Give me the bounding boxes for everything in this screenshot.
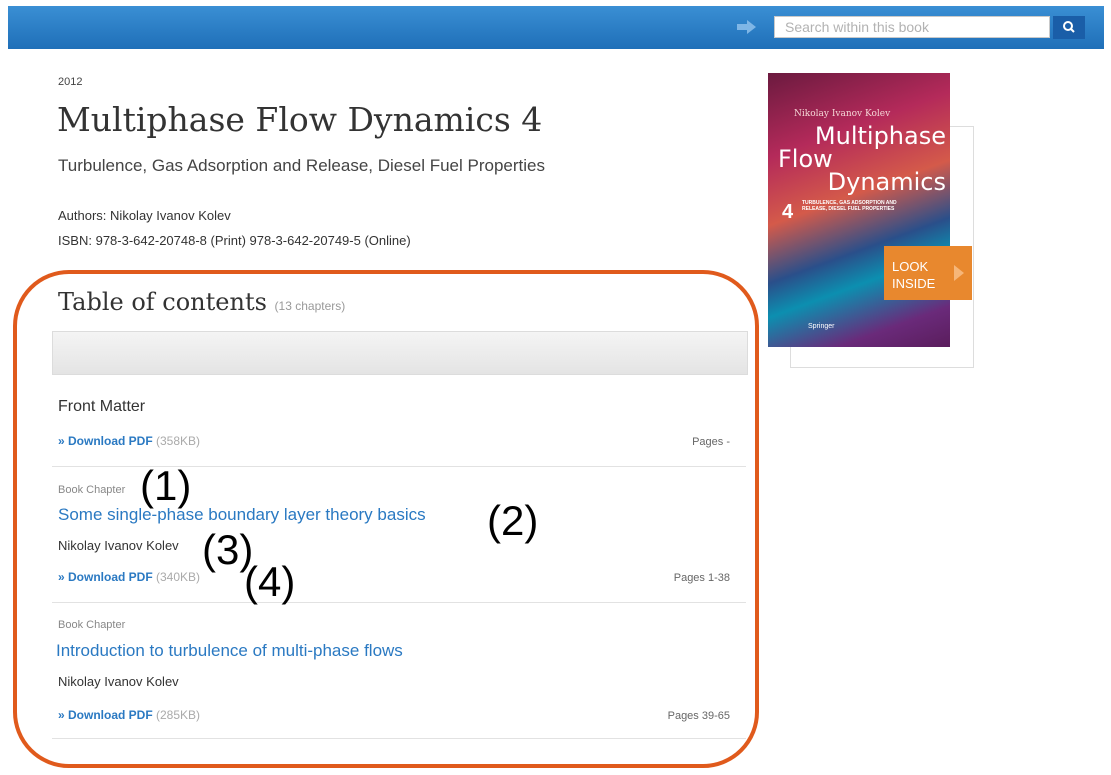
authors-label: Authors: — [58, 208, 107, 223]
top-navigation-bar — [8, 6, 1104, 49]
toc-item-download: » Download PDF (340KB) — [58, 570, 200, 584]
toc-item-download: » Download PDF (358KB) — [58, 434, 200, 448]
book-cover[interactable]: Nikolay Ivanov Kolev Multiphase Flow Dyn… — [768, 73, 950, 347]
publication-year: 2012 — [58, 76, 83, 88]
chapter-title-link[interactable]: Introduction to turbulence of multi-phas… — [56, 641, 403, 661]
isbn-print: 978-3-642-20748-8 (Print) — [95, 233, 246, 248]
file-size: (340KB) — [156, 570, 201, 584]
cover-title: Multiphase Flow Dynamics — [778, 124, 946, 196]
item-type-label: Book Chapter — [58, 619, 126, 631]
isbn-label: ISBN: — [58, 233, 92, 248]
chapter-title-link[interactable]: Some single-phase boundary layer theory … — [58, 505, 426, 525]
download-pdf-link[interactable]: » Download PDF — [58, 708, 153, 722]
page-range: Pages 39-65 — [667, 710, 730, 722]
look-inside-button[interactable]: LOOK INSIDE — [884, 246, 972, 300]
isbn-line: ISBN: 978-3-642-20748-8 (Print) 978-3-64… — [58, 233, 411, 248]
toc-item-title[interactable]: Front Matter — [58, 398, 145, 416]
chapter-author: Nikolay Ivanov Kolev — [58, 674, 179, 689]
cover-volume-number: 4 — [782, 201, 794, 223]
isbn-online-number: 978-3-642-20749-5 — [249, 233, 361, 248]
cover-subtitle: TURBULENCE, GAS ADSORPTION AND RELEASE, … — [802, 200, 897, 212]
toc-item-download: » Download PDF (285KB) — [58, 708, 200, 722]
annotation-marker-2: (2) — [487, 497, 539, 544]
page-range: Pages - — [692, 436, 730, 448]
arrow-right-icon — [737, 20, 756, 34]
download-pdf-link[interactable]: » Download PDF — [58, 570, 153, 584]
toc-item: Front Matter » Download PDF (358KB) Page… — [52, 374, 746, 467]
toc-item: Book Chapter Introduction to turbulence … — [52, 602, 746, 739]
file-size: (358KB) — [156, 434, 201, 448]
item-type-label: Book Chapter — [58, 484, 126, 496]
annotation-marker-1: (1) — [140, 462, 192, 509]
look-inside-label: LOOK INSIDE — [892, 258, 948, 292]
search-button[interactable] — [1053, 16, 1085, 39]
book-title: Multiphase Flow Dynamics 4 — [57, 100, 543, 139]
cover-publisher: Springer — [808, 323, 835, 330]
play-arrow-icon — [954, 265, 964, 281]
look-inside-line2: INSIDE — [892, 276, 936, 291]
authors-line: Authors: Nikolay Ivanov Kolev — [58, 208, 231, 223]
toc-toolbar — [52, 331, 748, 375]
author-link[interactable]: Nikolay Ivanov Kolev — [110, 208, 231, 223]
toc-title: Table of contents — [58, 288, 267, 316]
cover-title-line3: Dynamics — [827, 168, 946, 196]
download-pdf-link[interactable]: » Download PDF — [58, 434, 153, 448]
isbn-online-label: (Online) — [364, 233, 411, 248]
annotation-marker-4: (4) — [244, 558, 296, 605]
chapter-author: Nikolay Ivanov Kolev — [58, 538, 179, 553]
cover-author: Nikolay Ivanov Kolev — [794, 109, 891, 119]
search-input[interactable] — [774, 16, 1050, 38]
book-subtitle: Turbulence, Gas Adsorption and Release, … — [58, 156, 545, 175]
search-icon — [1063, 21, 1075, 33]
file-size: (285KB) — [156, 708, 201, 722]
page-range: Pages 1-38 — [673, 572, 730, 584]
toc-heading: Table of contents (13 chapters) — [58, 288, 345, 316]
toc-chapter-count: (13 chapters) — [274, 299, 346, 313]
look-inside-line1: LOOK — [892, 259, 929, 274]
